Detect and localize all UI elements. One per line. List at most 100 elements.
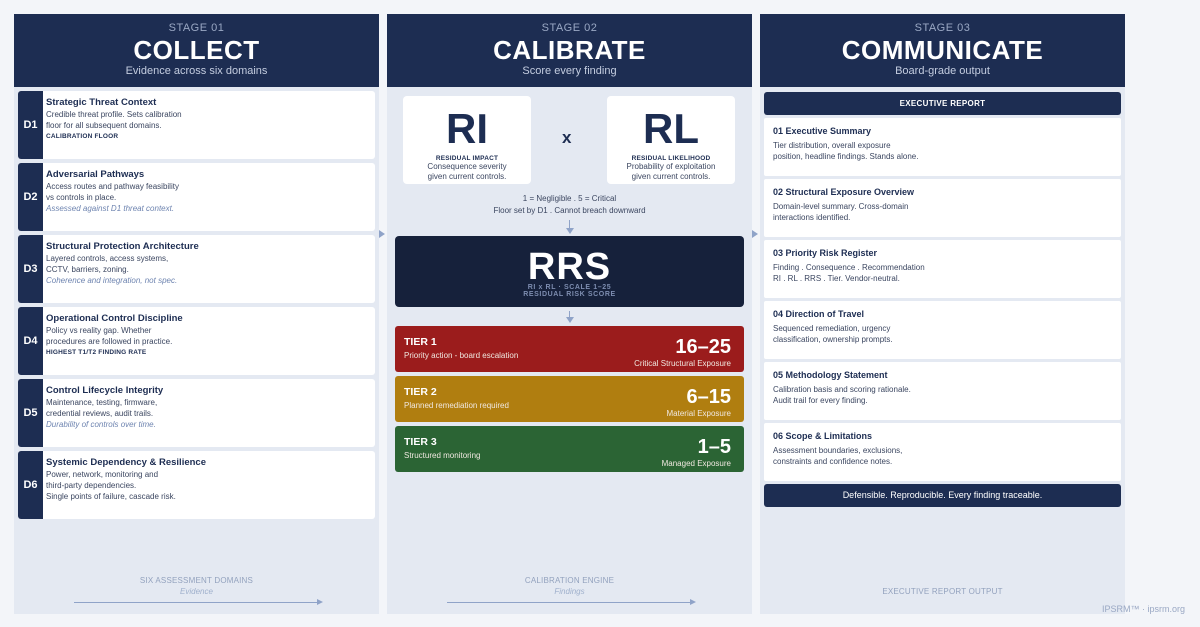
tier-category: Material Exposure bbox=[666, 409, 731, 418]
closing-statement: Defensible. Reproducible. Every finding … bbox=[764, 484, 1121, 507]
tier-name: TIER 1 bbox=[404, 336, 437, 348]
domain-desc: Layered controls, access systems, CCTV, … bbox=[46, 254, 169, 274]
domain-note: Assessed against D1 threat context. bbox=[46, 204, 175, 213]
report-section-04: 04 Direction of Travel Sequenced remedia… bbox=[764, 301, 1121, 359]
section-desc: Calibration basis and scoring rationale.… bbox=[773, 385, 911, 405]
rl-card: RL RESIDUAL LIKELIHOOD Probability of ex… bbox=[607, 96, 735, 184]
brand-footer: IPSRM™ · ipsrm.org bbox=[1101, 604, 1185, 614]
stage-label: STAGE 01 bbox=[168, 22, 225, 34]
stage-calibrate-header: STAGE 02 CALIBRATE Score every finding bbox=[387, 14, 752, 87]
ri-abbr: RI bbox=[446, 105, 488, 152]
stage-arrow-icon bbox=[379, 230, 385, 238]
stage-title: COLLECT bbox=[133, 35, 260, 65]
domain-card-d4: D4 Operational Control Discipline Policy… bbox=[18, 307, 375, 375]
tier-name: TIER 2 bbox=[404, 386, 437, 398]
flow-arrow-icon bbox=[74, 599, 323, 605]
rrs-label: RESIDUAL RISK SCORE bbox=[523, 291, 616, 298]
section-desc: Tier distribution, overall exposure posi… bbox=[773, 141, 919, 161]
down-arrow-icon bbox=[565, 220, 574, 234]
tier-2-band: TIER 2 Planned remediation required 6–15… bbox=[395, 376, 744, 422]
tier-range: 1–5 bbox=[697, 436, 731, 458]
section-title: 02 Structural Exposure Overview bbox=[773, 187, 915, 197]
domain-title: Operational Control Discipline bbox=[46, 313, 183, 324]
scale-note-line1: 1 = Negligible . 5 = Critical bbox=[522, 194, 617, 203]
stage-footer: SIX ASSESSMENT DOMAINS Evidence bbox=[14, 576, 379, 605]
report-section-06: 06 Scope & Limitations Assessment bounda… bbox=[764, 423, 1121, 481]
stage-footer: EXECUTIVE REPORT OUTPUT bbox=[760, 587, 1125, 596]
stage-subtitle: Score every finding bbox=[522, 65, 617, 77]
tier-1-band: TIER 1 Priority action - board escalatio… bbox=[395, 326, 744, 372]
domain-desc: Power, network, monitoring and third-par… bbox=[46, 470, 176, 501]
multiply-sign: x bbox=[562, 128, 572, 147]
stage-arrow-icon bbox=[752, 230, 758, 238]
domain-title: Control Lifecycle Integrity bbox=[46, 385, 164, 396]
section-desc: Assessment boundaries, exclusions, const… bbox=[773, 446, 903, 466]
domain-desc: Policy vs reality gap. Whether procedure… bbox=[46, 326, 173, 346]
domain-note: Coherence and integration, not spec. bbox=[46, 276, 178, 285]
stage-footer: CALIBRATION ENGINE Findings bbox=[387, 576, 752, 605]
domain-desc: Access routes and pathway feasibility vs… bbox=[46, 182, 179, 202]
domain-key: HIGHEST T1/T2 FINDING RATE bbox=[46, 349, 147, 356]
stage-title: CALIBRATE bbox=[493, 35, 646, 65]
domain-card-d3: D3 Structural Protection Architecture La… bbox=[18, 235, 375, 303]
domain-title: Adversarial Pathways bbox=[46, 169, 145, 180]
domain-key: CALIBRATION FLOOR bbox=[46, 133, 119, 140]
ri-card: RI RESIDUAL IMPACT Consequence severity … bbox=[403, 96, 531, 184]
domain-card-d6: D6 Systemic Dependency & Resilience Powe… bbox=[18, 451, 375, 519]
report-section-05: 05 Methodology Statement Calibration bas… bbox=[764, 362, 1121, 420]
stage-footer-label: EXECUTIVE REPORT OUTPUT bbox=[882, 587, 1003, 596]
tier-3-band: TIER 3 Structured monitoring 1–5 Managed… bbox=[395, 426, 744, 472]
domain-code: D4 bbox=[18, 307, 43, 375]
report-section-03: 03 Priority Risk Register Finding . Cons… bbox=[764, 240, 1121, 298]
tier-category: Managed Exposure bbox=[661, 459, 731, 468]
section-desc: Sequenced remediation, urgency classific… bbox=[773, 324, 893, 344]
stage-collect-header: STAGE 01 COLLECT Evidence across six dom… bbox=[14, 14, 379, 87]
domain-title: Systemic Dependency & Resilience bbox=[46, 457, 206, 468]
domain-code: D5 bbox=[18, 379, 43, 447]
tier-desc: Structured monitoring bbox=[404, 451, 481, 460]
stage-label: STAGE 02 bbox=[541, 22, 598, 34]
section-desc: Finding . Consequence . Recommendation R… bbox=[773, 263, 925, 283]
rl-desc: Probability of exploitation given curren… bbox=[626, 162, 716, 181]
executive-report-header: EXECUTIVE REPORT bbox=[764, 92, 1121, 115]
rrs-formula: RI x RL · SCALE 1–25 bbox=[527, 284, 612, 291]
section-title: 05 Methodology Statement bbox=[773, 370, 888, 380]
stage-subtitle: Board-grade output bbox=[895, 65, 990, 77]
domain-code: D3 bbox=[18, 235, 43, 303]
report-section-01: 01 Executive Summary Tier distribution, … bbox=[764, 118, 1121, 176]
stage-footer-label: CALIBRATION ENGINE bbox=[524, 576, 615, 585]
tier-name: TIER 3 bbox=[404, 436, 437, 448]
stage-footer-label: SIX ASSESSMENT DOMAINS bbox=[139, 576, 254, 585]
stage-footer-sub: Evidence bbox=[180, 587, 213, 596]
stage-calibrate-column: STAGE 02 CALIBRATE Score every finding R… bbox=[387, 14, 752, 614]
rl-abbr: RL bbox=[643, 105, 699, 152]
domain-desc: Credible threat profile. Sets calibratio… bbox=[46, 110, 182, 130]
rrs-box: RRS RI x RL · SCALE 1–25 RESIDUAL RISK S… bbox=[395, 236, 744, 307]
ri-desc: Consequence severity given current contr… bbox=[427, 162, 507, 181]
scale-note-line2: Floor set by D1 . Cannot breach downward bbox=[493, 206, 646, 215]
section-title: 06 Scope & Limitations bbox=[773, 431, 873, 441]
stage-footer-sub: Findings bbox=[554, 587, 585, 596]
tier-range: 6–15 bbox=[686, 386, 732, 408]
flow-arrow-icon bbox=[447, 599, 696, 605]
stage-communicate-header: STAGE 03 COMMUNICATE Board-grade output bbox=[760, 14, 1125, 87]
section-title: 04 Direction of Travel bbox=[773, 309, 865, 319]
stage-label: STAGE 03 bbox=[914, 22, 971, 34]
stage-title: COMMUNICATE bbox=[841, 35, 1044, 65]
rrs-abbr: RRS bbox=[527, 246, 612, 288]
down-arrow-icon bbox=[565, 311, 574, 323]
report-section-02: 02 Structural Exposure Overview Domain-l… bbox=[764, 179, 1121, 237]
stage-communicate-column: STAGE 03 COMMUNICATE Board-grade output … bbox=[760, 14, 1125, 614]
domain-title: Structural Protection Architecture bbox=[46, 241, 199, 252]
rl-label: RESIDUAL LIKELIHOOD bbox=[631, 155, 711, 162]
section-title: 03 Priority Risk Register bbox=[773, 248, 878, 258]
tier-range: 16–25 bbox=[675, 336, 731, 358]
scale-note: 1 = Negligible . 5 = Critical Floor set … bbox=[387, 193, 752, 217]
tier-desc: Planned remediation required bbox=[404, 401, 509, 410]
section-title: 01 Executive Summary bbox=[773, 126, 872, 136]
domain-note: Durability of controls over time. bbox=[46, 420, 156, 429]
stage-subtitle: Evidence across six domains bbox=[125, 65, 268, 77]
domain-desc: Maintenance, testing, firmware, credenti… bbox=[46, 398, 158, 418]
domain-code: D1 bbox=[18, 91, 43, 159]
section-desc: Domain-level summary. Cross-domain inter… bbox=[773, 202, 909, 222]
